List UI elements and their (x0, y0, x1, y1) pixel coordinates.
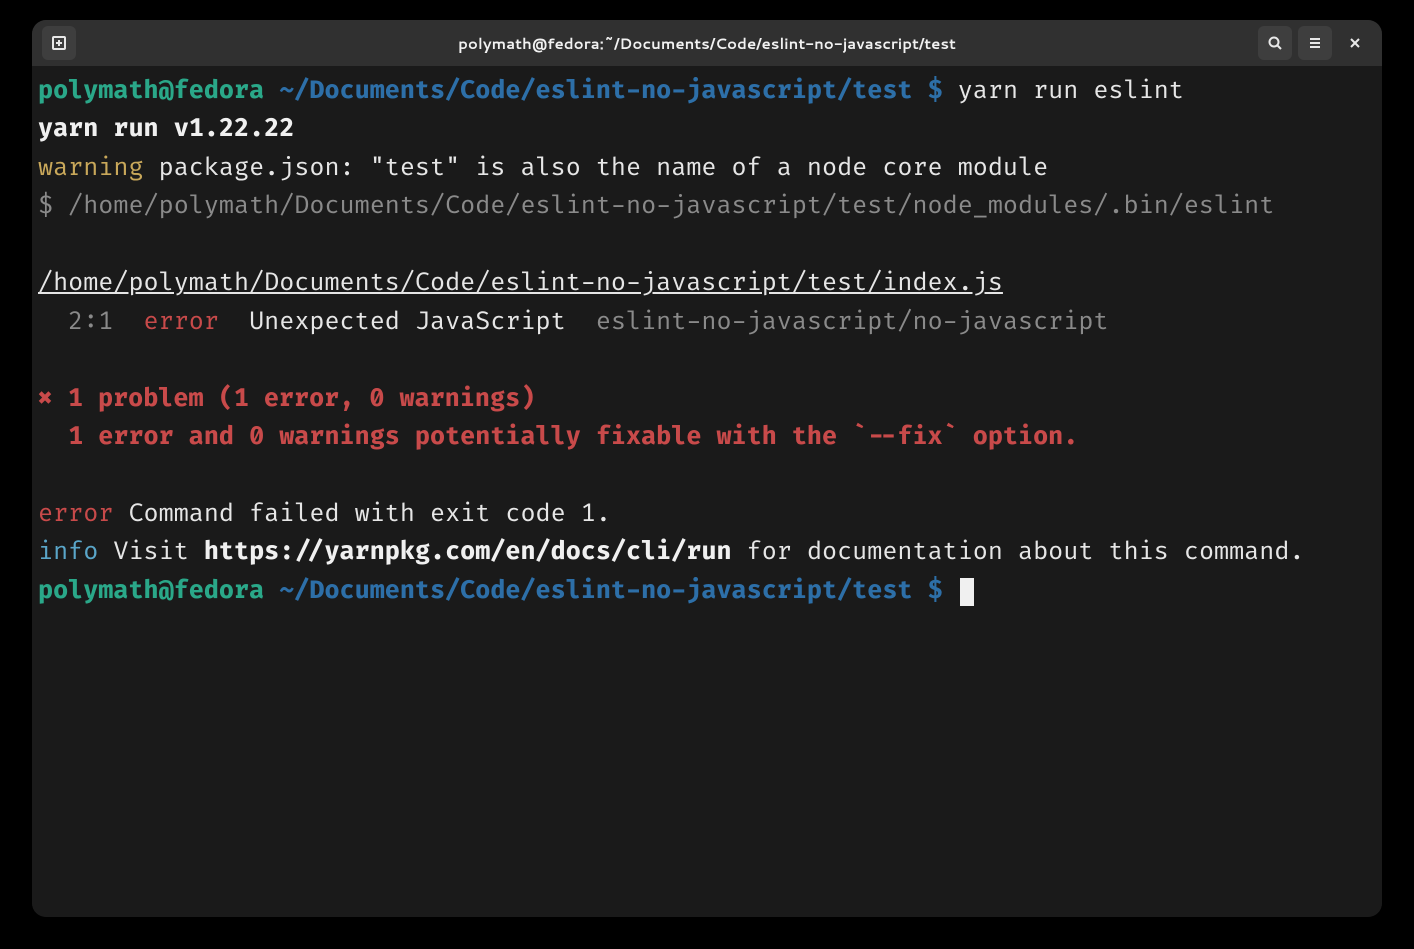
hamburger-icon (1307, 35, 1323, 51)
exec-line: $ /home/polymath/Documents/Code/eslint-n… (38, 190, 1274, 221)
titlebar: polymath@fedora:~/Documents/Code/eslint-… (32, 20, 1382, 66)
lint-location: 2:1 (38, 306, 113, 337)
close-icon (1347, 35, 1363, 51)
summary-line-2: 1 error and 0 warnings potentially fixab… (38, 421, 1078, 452)
info-pre: Visit (98, 536, 204, 567)
lint-severity: error (113, 306, 219, 337)
terminal-body[interactable]: polymath@fedora ~/Documents/Code/eslint-… (32, 66, 1382, 917)
warning-message: package.json: "test" is also the name of… (144, 152, 1049, 183)
error-message: Command failed with exit code 1. (113, 498, 611, 529)
prompt-cwd: ~/Documents/Code/eslint-no-javascript/te… (279, 575, 912, 606)
cursor (960, 578, 974, 606)
search-button[interactable] (1258, 26, 1292, 60)
lint-rule: eslint-no-javascript/no-javascript (566, 306, 1109, 337)
close-button[interactable] (1338, 26, 1372, 60)
info-url: https://yarnpkg.com/en/docs/cli/run (204, 536, 732, 567)
info-label: info (38, 536, 98, 567)
info-post: for documentation about this command. (732, 536, 1305, 567)
error-label: error (38, 498, 113, 529)
search-icon (1267, 35, 1283, 51)
warning-label: warning (38, 152, 144, 183)
prompt-sigil: $ (928, 75, 943, 106)
plus-box-icon (51, 35, 67, 51)
yarn-run-line: yarn run v1.22.22 (38, 113, 294, 144)
lint-message: Unexpected JavaScript (219, 306, 566, 337)
prompt-sigil: $ (928, 575, 943, 606)
cross-icon: ✖ (38, 383, 53, 414)
prompt-cwd: ~/Documents/Code/eslint-no-javascript/te… (279, 75, 912, 106)
new-tab-button[interactable] (42, 26, 76, 60)
prompt-user-host: polymath@fedora (38, 575, 264, 606)
menu-button[interactable] (1298, 26, 1332, 60)
command-text: yarn run eslint (958, 75, 1184, 106)
summary-line-1: 1 problem (1 error, 0 warnings) (53, 383, 535, 414)
prompt-user-host: polymath@fedora (38, 75, 264, 106)
window-title: polymath@fedora:~/Documents/Code/eslint-… (32, 33, 1382, 54)
lint-file-path: /home/polymath/Documents/Code/eslint-no-… (38, 267, 1003, 298)
terminal-window: polymath@fedora:~/Documents/Code/eslint-… (32, 20, 1382, 917)
